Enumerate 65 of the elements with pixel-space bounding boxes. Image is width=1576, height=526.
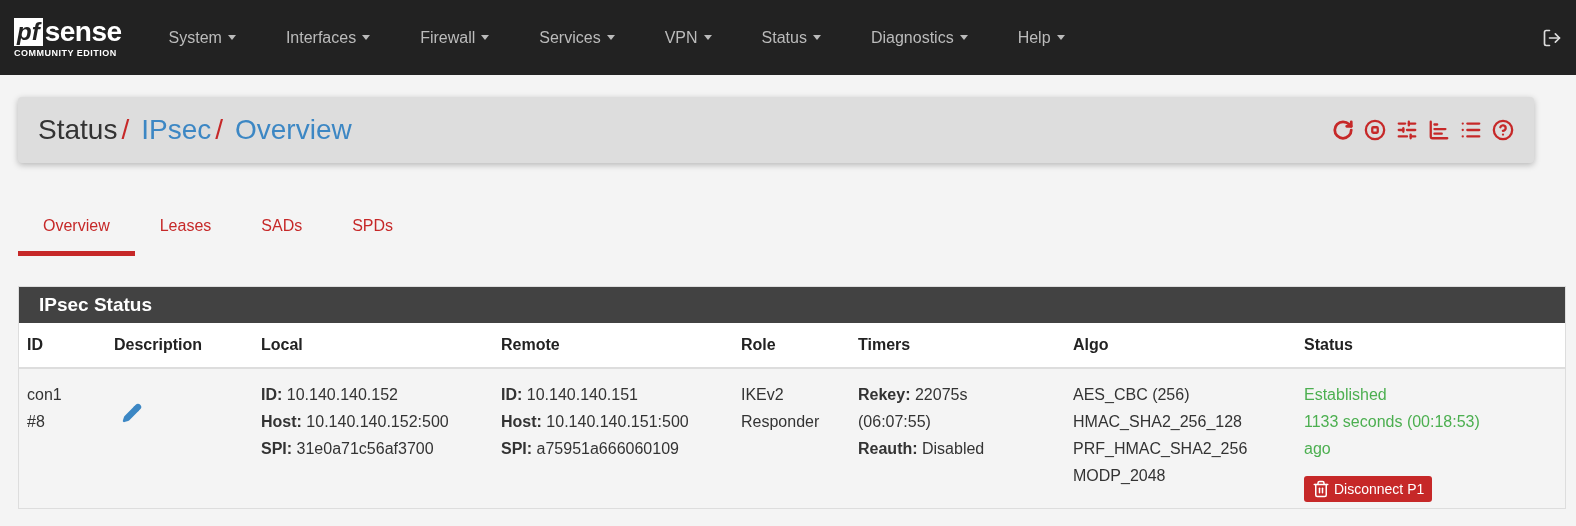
breadcrumb-separator: /	[215, 114, 223, 146]
table-cell-text: #8	[27, 412, 46, 432]
tab[interactable]: SPDs	[327, 201, 419, 256]
caret-icon	[1056, 35, 1065, 40]
column-header: Algo	[1073, 336, 1110, 354]
status-text: ago	[1304, 439, 1332, 459]
table-cell-text: Host: 10.140.140.151:500	[501, 412, 690, 432]
caret-icon	[362, 35, 371, 40]
logout-icon[interactable]	[1542, 27, 1562, 48]
table-cell-text: ID: 10.140.140.152	[261, 385, 399, 405]
caret-icon	[606, 35, 615, 40]
panel-title: IPsec Status	[19, 287, 1565, 323]
reload-icon[interactable]	[1332, 119, 1354, 141]
table-cell-text: Rekey: 22075s	[858, 385, 969, 405]
column-header: Local	[261, 336, 304, 354]
trash-icon	[1312, 480, 1330, 498]
tab[interactable]: SADs	[236, 201, 328, 256]
logo-wordmark: sense	[44, 17, 122, 46]
logo-edition: COMMUNITY EDITION	[14, 47, 118, 58]
table-cell-text: con1	[27, 385, 63, 405]
nav-menu-item[interactable]: Diagnostics	[845, 28, 993, 47]
caret-icon	[227, 35, 236, 40]
table-cell-text: MODP_2048	[1073, 466, 1167, 486]
nav-menu-item[interactable]: Firewall	[395, 28, 515, 47]
table-cell-text: Host: 10.140.140.152:500	[261, 412, 450, 432]
help-icon[interactable]	[1492, 119, 1514, 141]
tab[interactable]: Leases	[134, 201, 237, 256]
nav-menu-item[interactable]: Services	[514, 28, 640, 47]
column-header: Status	[1304, 336, 1354, 354]
tab[interactable]: Overview	[18, 201, 135, 256]
column-header: Remote	[501, 336, 561, 354]
column-header: Timers	[858, 336, 912, 354]
caret-icon	[481, 35, 490, 40]
logo-mark: pf	[14, 17, 43, 46]
column-header: Description	[114, 336, 203, 354]
nav-menu-item[interactable]: Help	[992, 28, 1090, 47]
table-cell-text: Reauth: Disabled	[858, 439, 986, 459]
disconnect-button[interactable]: Disconnect P1	[1304, 476, 1433, 502]
sliders-icon[interactable]	[1396, 119, 1418, 141]
table-cell-text: PRF_HMAC_SHA2_256	[1073, 439, 1249, 459]
nav-menu-item[interactable]: Status	[736, 28, 846, 47]
bar-chart-icon[interactable]	[1428, 119, 1450, 141]
breadcrumb-text: Status	[38, 114, 118, 146]
caret-icon	[812, 35, 821, 40]
table-cell-text: (06:07:55)	[858, 412, 932, 432]
table-cell-text: SPI: 31e0a71c56af3700	[261, 439, 435, 459]
status-text: 1133 seconds (00:18:53)	[1304, 412, 1481, 432]
nav-menu-item[interactable]: System	[143, 28, 261, 47]
status-text: Established	[1304, 385, 1388, 405]
table-cell-text: Responder	[741, 412, 821, 432]
table-cell-text: AES_CBC (256)	[1073, 385, 1191, 405]
column-header: Role	[741, 336, 777, 354]
column-header: ID	[27, 336, 44, 354]
table-cell-text: HMAC_SHA2_256_128	[1073, 412, 1243, 432]
caret-icon	[703, 35, 712, 40]
nav-menu-item[interactable]: Interfaces	[260, 28, 396, 47]
caret-icon	[959, 35, 968, 40]
table-cell-text: ID: 10.140.140.151	[501, 385, 639, 405]
table-cell-text: IKEv2	[741, 385, 785, 405]
nav-menu-item[interactable]: VPN	[639, 28, 737, 47]
breadcrumb-separator: /	[121, 114, 130, 146]
list-icon[interactable]	[1460, 119, 1482, 141]
stop-icon[interactable]	[1364, 119, 1386, 141]
edit-icon[interactable]	[122, 403, 142, 423]
table-cell-text: SPI: a75951a666060109	[501, 439, 680, 459]
